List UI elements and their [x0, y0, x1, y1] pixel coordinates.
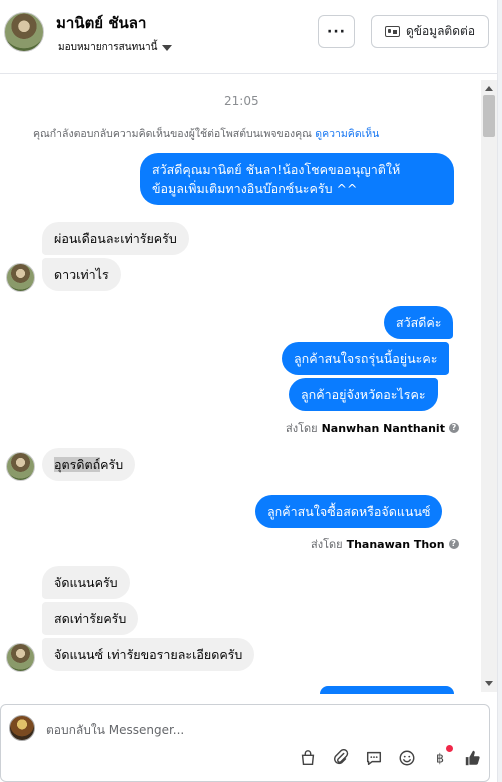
svg-text:฿: ฿: [435, 750, 443, 765]
contact-name[interactable]: มานิตย์ ชันลา: [56, 11, 146, 35]
highlighted-text: อุตรดิตถ์: [54, 457, 101, 472]
reply-composer[interactable]: ตอบกลับใน Messenger... ฿: [0, 704, 490, 782]
emoji-icon[interactable]: [396, 747, 417, 768]
incoming-message[interactable]: จัดแนนซ์ เท่ารัยขอรายละเอียดครับ: [42, 638, 255, 671]
composer-toolbar: ฿: [297, 745, 483, 768]
shopping-bag-icon[interactable]: [297, 747, 318, 768]
conversation-header: มานิตย์ ชันลา มอบหมายการสนทนานี้ ··· ดูข…: [0, 0, 497, 74]
page-avatar: [9, 715, 35, 741]
sender-avatar: [6, 263, 35, 292]
sent-by-label: ส่งโดย Thanawan Thon ?: [311, 535, 459, 553]
comment-reply-context: คุณกำลังตอบกลับความคิดเห็นของผู้ใช้ต่อโพ…: [33, 125, 379, 142]
panel-edge: [497, 0, 502, 782]
message-text: ครับ: [100, 457, 124, 472]
context-text: คุณกำลังตอบกลับความคิดเห็นของผู้ใช้ต่อโพ…: [33, 128, 312, 140]
outgoing-message[interactable]: สวัสดีค่ะ: [384, 306, 454, 339]
incoming-message[interactable]: ดาวเท่าไร: [42, 258, 121, 291]
outgoing-message[interactable]: ลูกค้าสนใจรถรุ่นนี้อยู่นะคะ: [282, 342, 450, 375]
assign-conversation-dropdown[interactable]: มอบหมายการสนทนานี้: [58, 40, 173, 55]
outgoing-message[interactable]: สวัสดีคุณมานิตย์ ชันลา!น้องโชคขออนุญาติใ…: [140, 153, 454, 205]
view-contact-label: ดูข้อมูลติดต่อ: [405, 24, 476, 38]
view-comment-link[interactable]: ดูความคิดเห็น: [315, 128, 379, 140]
sent-by-prefix: ส่งโดย: [311, 538, 343, 551]
contact-card-icon: [384, 26, 400, 37]
outgoing-message[interactable]: ลูกค้าสนใจซื้อสดหรือจัดแนนซ์: [255, 495, 443, 528]
scroll-thumb[interactable]: [483, 95, 495, 137]
sender-avatar: [6, 643, 35, 672]
message-timestamp: 21:05: [224, 94, 259, 108]
assign-label: มอบหมายการสนทนานี้: [58, 42, 158, 53]
notification-dot: [446, 745, 453, 752]
outgoing-message-partial: [320, 686, 454, 694]
thread-scrollbar[interactable]: [481, 80, 497, 692]
incoming-message[interactable]: จัดแนนครับ: [42, 566, 130, 599]
attachment-icon[interactable]: [330, 747, 351, 768]
reply-input-placeholder[interactable]: ตอบกลับใน Messenger...: [46, 721, 184, 740]
info-icon[interactable]: ?: [448, 539, 459, 549]
like-icon[interactable]: [462, 747, 483, 768]
info-icon[interactable]: ?: [448, 423, 459, 433]
baht-payment-icon[interactable]: ฿: [429, 745, 453, 768]
sent-by-label: ส่งโดย Nanwhan Nanthanit ?: [286, 419, 459, 437]
saved-reply-icon[interactable]: [363, 747, 384, 768]
scroll-down-arrow-icon[interactable]: [485, 681, 493, 686]
sender-name[interactable]: Thanawan Thon: [347, 538, 445, 551]
scroll-up-arrow-icon[interactable]: [485, 86, 493, 91]
message-line: ข้อมูลเพิ่มเติมทางอินบ๊อกซ์นะครับ ^^: [152, 181, 358, 196]
view-contact-button[interactable]: ดูข้อมูลติดต่อ: [371, 15, 489, 48]
sent-by-prefix: ส่งโดย: [286, 422, 318, 435]
chevron-down-icon: [162, 44, 173, 51]
sender-avatar: [6, 452, 35, 481]
incoming-message[interactable]: สดเท่ารัยครับ: [42, 602, 139, 635]
contact-avatar[interactable]: [4, 12, 44, 52]
outgoing-message[interactable]: ลูกค้าอยู่จังหวัดอะไรคะ: [289, 378, 438, 411]
sender-name[interactable]: Nanwhan Nanthanit: [322, 422, 445, 435]
message-line: สวัสดีคุณมานิตย์ ชันลา!น้องโชคขออนุญาติใ…: [152, 162, 401, 177]
incoming-message[interactable]: ผ่อนเดือนละเท่ารัยครับ: [42, 222, 189, 255]
incoming-message[interactable]: อุตรดิตถ์ครับ: [42, 448, 136, 481]
more-options-button[interactable]: ···: [318, 15, 355, 48]
